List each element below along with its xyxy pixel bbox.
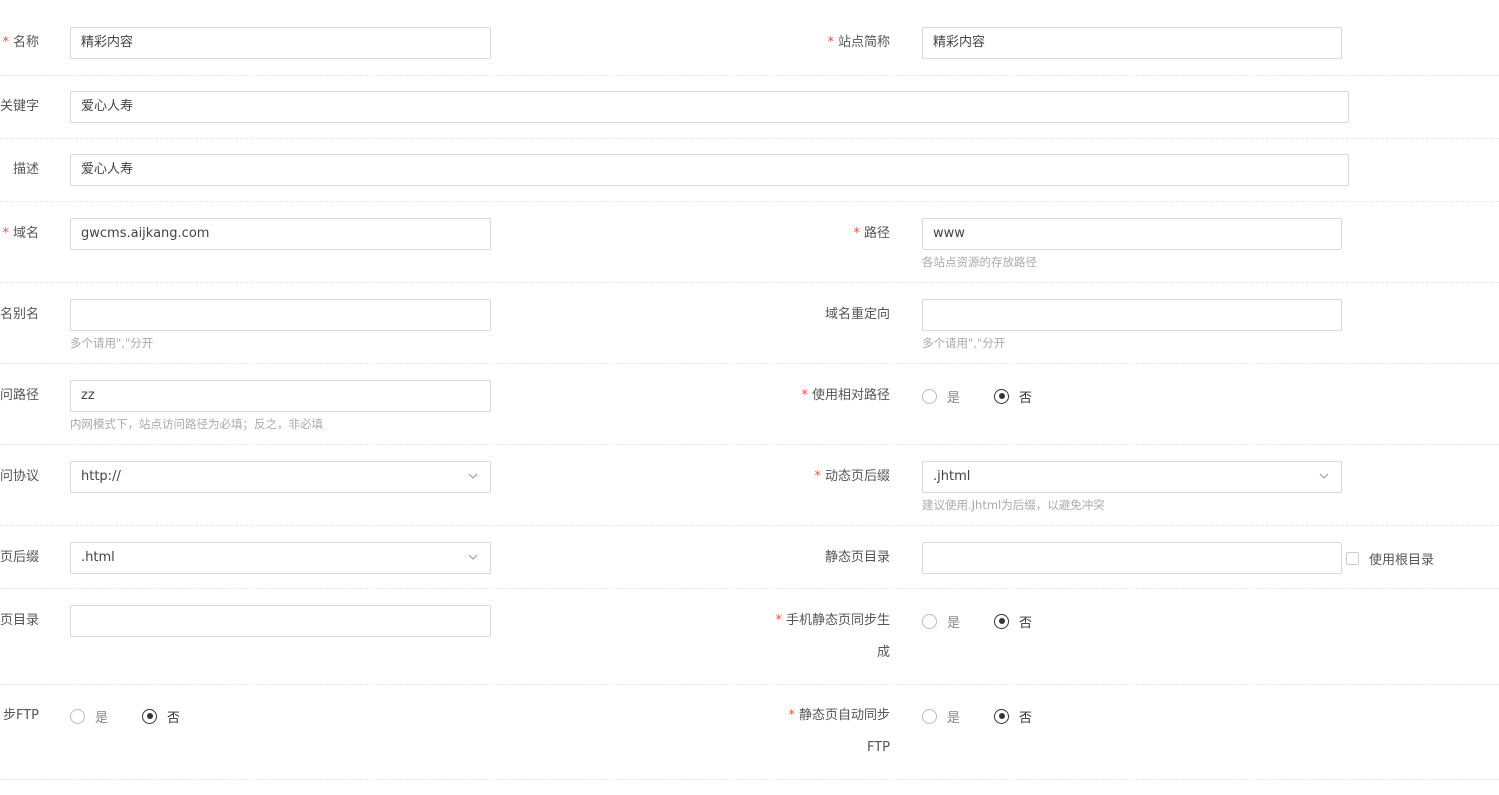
static-auto-ftp-no[interactable]: 否 <box>994 707 1032 726</box>
access-protocol-select[interactable]: http:// <box>70 461 491 493</box>
chevron-down-icon <box>468 552 478 562</box>
radio-unchecked-icon[interactable] <box>922 708 937 724</box>
sync-ftp-label: 步FTP <box>2 708 39 723</box>
access-protocol-label: 问协议 <box>0 469 39 484</box>
radio-unchecked-icon[interactable] <box>922 388 937 404</box>
use-root-dir-label: 使用根目录 <box>1369 552 1435 568</box>
mobile-static-sync-radio-group: 是 否 <box>922 605 1066 637</box>
sync-ftp-no[interactable]: 否 <box>142 707 180 726</box>
radio-checked-icon[interactable] <box>994 613 1010 629</box>
radio-checked-icon[interactable] <box>994 388 1010 404</box>
radio-label: 是 <box>947 615 961 631</box>
radio-label: 否 <box>1019 710 1033 726</box>
form-row-name: * 名称 精彩内容 * 站点简称 精彩内容 <box>0 0 1499 76</box>
domain-alias-hint: 多个请用","分开 <box>70 336 154 350</box>
keywords-input[interactable]: 爱心人寿 <box>70 91 1349 123</box>
radio-checked-icon[interactable] <box>142 708 158 724</box>
mobile-static-dir-label: 页目录 <box>0 613 39 628</box>
static-suffix-value: .html <box>81 550 115 565</box>
radio-unchecked-icon[interactable] <box>70 708 85 724</box>
keywords-label: 关键字 <box>0 99 39 114</box>
mobile-static-dir-input[interactable] <box>70 605 491 637</box>
access-path-input[interactable]: zz <box>70 380 491 412</box>
radio-label: 否 <box>1019 615 1033 631</box>
short-name-label: * 站点简称 <box>827 35 890 50</box>
form-row-access-path: 问路径 zz 内网模式下，站点访问路径为必填；反之，非必填 * 使用相对路径 是 … <box>0 364 1499 445</box>
mobile-static-sync-yes[interactable]: 是 <box>922 612 960 631</box>
static-dir-input[interactable] <box>922 542 1342 574</box>
form-row-ftp: 步FTP 是 否 * 静态页自动同步 FTP 是 否 <box>0 685 1499 780</box>
description-input[interactable]: 爱心人寿 <box>70 154 1349 186</box>
domain-redirect-input[interactable] <box>922 299 1342 331</box>
radio-label: 是 <box>947 710 961 726</box>
form-row-keywords: 关键字 爱心人寿 <box>0 76 1499 139</box>
access-path-label: 问路径 <box>0 388 39 403</box>
form-row-protocol: 问协议 http:// * 动态页后缀 .jhtml 建议使用.Jhtml为后缀，… <box>0 445 1499 526</box>
dynamic-suffix-value: .jhtml <box>933 469 971 484</box>
form-row-domain: * 域名 gwcms.aijkang.com * 路径 www 各站点资源的存放路径 <box>0 202 1499 283</box>
form-row-alias: 名别名 多个请用","分开 域名重定向 多个请用","分开 <box>0 283 1499 364</box>
radio-label: 否 <box>167 710 181 726</box>
dynamic-suffix-label: * 动态页后缀 <box>814 469 890 484</box>
static-suffix-label: 页后缀 <box>0 550 39 565</box>
mobile-static-sync-no[interactable]: 否 <box>994 612 1032 631</box>
domain-label: * 域名 <box>2 226 39 241</box>
static-auto-ftp-yes[interactable]: 是 <box>922 707 960 726</box>
static-auto-ftp-radio-group: 是 否 <box>922 700 1066 732</box>
radio-unchecked-icon[interactable] <box>922 613 937 629</box>
chevron-down-icon <box>468 471 478 481</box>
relative-path-label: * 使用相对路径 <box>801 388 890 403</box>
domain-redirect-hint: 多个请用","分开 <box>922 336 1006 350</box>
name-input[interactable]: 精彩内容 <box>70 27 491 59</box>
relative-path-radio-group: 是 否 <box>922 380 1066 412</box>
path-input[interactable]: www <box>922 218 1342 250</box>
sync-ftp-yes[interactable]: 是 <box>70 707 108 726</box>
name-label: * 名称 <box>2 35 39 50</box>
sync-ftp-radio-group: 是 否 <box>70 700 214 732</box>
access-path-hint: 内网模式下，站点访问路径为必填；反之，非必填 <box>70 417 323 431</box>
static-auto-ftp-label: * 静态页自动同步 FTP <box>788 708 890 755</box>
form-row-mobile-static: 页目录 * 手机静态页同步生 成 是 否 <box>0 589 1499 685</box>
radio-label: 是 <box>95 710 109 726</box>
description-label: 描述 <box>12 162 39 177</box>
path-label: * 路径 <box>853 226 890 241</box>
chevron-down-icon <box>1319 471 1329 481</box>
short-name-input[interactable]: 精彩内容 <box>922 27 1342 59</box>
dynamic-suffix-hint: 建议使用.Jhtml为后缀，以避免冲突 <box>922 498 1105 512</box>
form-row-description: 描述 爱心人寿 <box>0 139 1499 202</box>
use-root-dir-checkbox[interactable]: 使用根目录 <box>1346 542 1434 574</box>
radio-checked-icon[interactable] <box>994 708 1010 724</box>
static-suffix-select[interactable]: .html <box>70 542 491 574</box>
dynamic-suffix-select[interactable]: .jhtml <box>922 461 1342 493</box>
access-protocol-value: http:// <box>81 469 121 484</box>
checkbox-unchecked-icon[interactable] <box>1346 551 1359 565</box>
path-hint: 各站点资源的存放路径 <box>922 255 1037 269</box>
domain-redirect-label: 域名重定向 <box>824 307 890 322</box>
domain-alias-label: 名别名 <box>0 307 39 322</box>
radio-label: 否 <box>1019 390 1033 406</box>
radio-label: 是 <box>947 390 961 406</box>
domain-alias-input[interactable] <box>70 299 491 331</box>
mobile-static-sync-label: * 手机静态页同步生 成 <box>775 613 890 660</box>
form-row-static-suffix: 页后缀 .html 静态页目录 使用根目录 <box>0 526 1499 589</box>
static-dir-label: 静态页目录 <box>824 550 890 565</box>
relative-path-yes[interactable]: 是 <box>922 387 960 406</box>
domain-input[interactable]: gwcms.aijkang.com <box>70 218 491 250</box>
relative-path-no[interactable]: 否 <box>994 387 1032 406</box>
